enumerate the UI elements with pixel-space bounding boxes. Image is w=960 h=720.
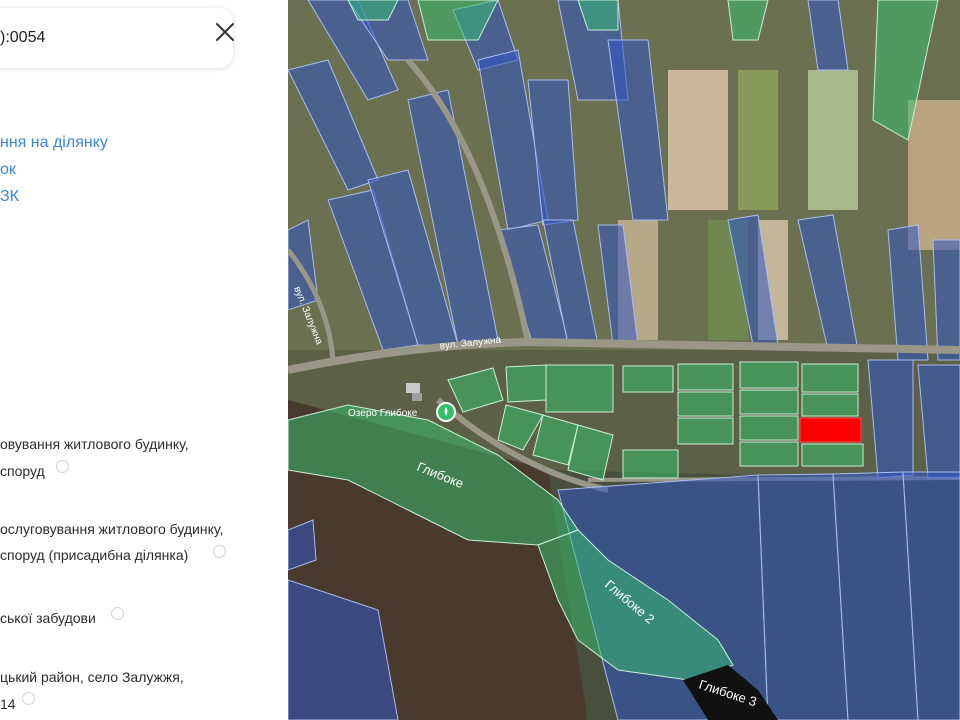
place-label: Озеро Глибоке — [348, 407, 418, 419]
info-icon[interactable] — [111, 607, 124, 620]
info-icon[interactable] — [56, 460, 69, 473]
link-parcel-info[interactable]: ння на ділянку — [0, 134, 108, 152]
search-card: ):0054 — [0, 8, 233, 68]
close-icon — [216, 23, 234, 41]
info-icon[interactable] — [213, 545, 226, 558]
zone-text: ської забудови — [0, 610, 96, 626]
address-line-2: 14 — [0, 696, 16, 712]
cadastral-number: ):0054 — [0, 29, 46, 46]
map-view[interactable]: вул. Залужна вул. Залужна Озеро Глибоке … — [288, 0, 960, 720]
category-line-2: споруд (присадибна ділянка) — [0, 547, 189, 563]
satellite-map[interactable]: вул. Залужна вул. Залужна Озеро Глибоке … — [288, 0, 960, 720]
address-line-1: цький район, село Залужжя, — [0, 669, 184, 685]
link-extract[interactable]: ок — [0, 161, 16, 179]
close-button[interactable] — [208, 15, 242, 49]
info-icon[interactable] — [22, 692, 35, 705]
category-line-1: ослуговування житлового будинку, — [0, 521, 224, 537]
link-dzk[interactable]: ЗК — [0, 188, 19, 206]
selected-parcel[interactable] — [799, 417, 862, 443]
purpose-line-1: овування житлового будинку, — [0, 436, 189, 452]
place-marker-icon[interactable] — [436, 402, 456, 422]
parcel-info-panel: ):0054 ння на ділянку ок ЗК овування жит… — [0, 0, 288, 720]
purpose-line-2: споруд — [0, 463, 45, 479]
